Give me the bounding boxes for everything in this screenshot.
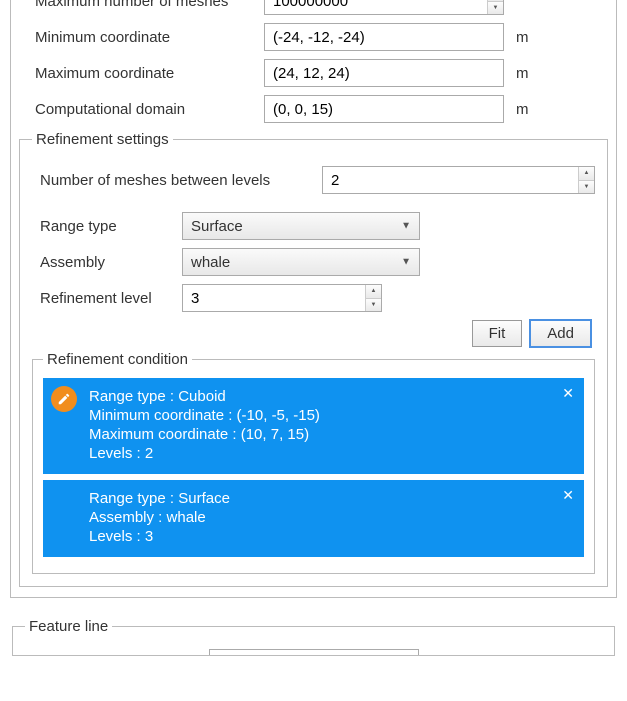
refine-level-label: Refinement level: [32, 290, 182, 307]
card-line: Maximum coordinate : (10, 7, 15): [89, 426, 572, 443]
close-icon[interactable]: ✕: [562, 386, 574, 400]
assembly-select[interactable]: whale ▼: [182, 248, 420, 276]
refinement-condition-legend: Refinement condition: [43, 351, 192, 368]
refine-level-spinner[interactable]: ▲ ▼: [365, 285, 381, 311]
spin-down-icon[interactable]: ▼: [366, 299, 381, 312]
range-type-label: Range type: [32, 218, 182, 235]
spin-up-icon[interactable]: ▲: [366, 285, 381, 299]
max-meshes-field[interactable]: [264, 0, 504, 15]
max-meshes-spinner[interactable]: ▲ ▼: [487, 0, 503, 14]
card-line: Range type : Cuboid: [89, 388, 572, 405]
range-type-row: Range type Surface ▼: [32, 212, 595, 240]
feature-line-wrap: Feature line: [10, 618, 617, 656]
card-line: Assembly : whale: [89, 509, 572, 526]
max-meshes-label: Maximum number of meshes: [19, 0, 264, 10]
condition-card[interactable]: ✕ Range type : Cuboid Minimum coordinate…: [43, 378, 584, 474]
main-settings-panel: Maximum number of meshes ▲ ▼ Minimum coo…: [10, 0, 617, 598]
nmb-label: Number of meshes between levels: [32, 172, 322, 189]
close-icon[interactable]: ✕: [562, 488, 574, 502]
refine-level-row: Refinement level ▲ ▼: [32, 284, 595, 312]
pencil-icon[interactable]: [51, 386, 77, 412]
nmb-field[interactable]: [322, 166, 595, 194]
fit-button[interactable]: Fit: [472, 320, 523, 347]
feature-line-group: Feature line: [12, 618, 615, 656]
card-line: Range type : Surface: [89, 490, 572, 507]
max-meshes-row: Maximum number of meshes ▲ ▼: [19, 0, 608, 15]
chevron-down-icon: ▼: [401, 221, 411, 232]
refinement-condition-group: Refinement condition ✕ Range type : Cubo…: [32, 351, 595, 574]
assembly-row: Assembly whale ▼: [32, 248, 595, 276]
max-coord-unit: m: [504, 65, 534, 82]
card-line: Levels : 3: [89, 528, 572, 545]
min-coord-input[interactable]: [264, 23, 504, 51]
spin-up-icon[interactable]: ▲: [579, 167, 594, 181]
spin-down-icon[interactable]: ▼: [488, 2, 503, 15]
nmb-row: Number of meshes between levels ▲ ▼: [32, 166, 595, 194]
min-coord-row: Minimum coordinate m: [19, 23, 608, 51]
max-coord-label: Maximum coordinate: [19, 65, 264, 82]
comp-domain-label: Computational domain: [19, 101, 264, 118]
nmb-input[interactable]: ▲ ▼: [322, 166, 595, 194]
assembly-value: whale: [191, 254, 230, 271]
max-meshes-input[interactable]: ▲ ▼: [264, 0, 504, 15]
card-line: Levels : 2: [89, 445, 572, 462]
range-type-value: Surface: [191, 218, 243, 235]
refinement-settings-legend: Refinement settings: [32, 131, 173, 148]
assembly-label: Assembly: [32, 254, 182, 271]
comp-domain-unit: m: [504, 101, 534, 118]
card-line: Minimum coordinate : (-10, -5, -15): [89, 407, 572, 424]
max-coord-input[interactable]: [264, 59, 504, 87]
refinement-settings-group: Refinement settings Number of meshes bet…: [19, 131, 608, 587]
comp-domain-input[interactable]: [264, 95, 504, 123]
max-coord-row: Maximum coordinate m: [19, 59, 608, 87]
spin-down-icon[interactable]: ▼: [579, 181, 594, 194]
range-type-select[interactable]: Surface ▼: [182, 212, 420, 240]
feature-line-input[interactable]: [209, 649, 419, 655]
add-button[interactable]: Add: [530, 320, 591, 347]
nmb-spinner[interactable]: ▲ ▼: [578, 167, 594, 193]
refine-level-field[interactable]: [182, 284, 382, 312]
min-coord-label: Minimum coordinate: [19, 29, 264, 46]
min-coord-unit: m: [504, 29, 534, 46]
refine-level-input[interactable]: ▲ ▼: [182, 284, 382, 312]
chevron-down-icon: ▼: [401, 257, 411, 268]
comp-domain-row: Computational domain m: [19, 95, 608, 123]
refine-button-row: Fit Add: [32, 320, 591, 347]
feature-line-legend: Feature line: [25, 618, 112, 635]
condition-card[interactable]: ✕ Range type : Surface Assembly : whale …: [43, 480, 584, 557]
